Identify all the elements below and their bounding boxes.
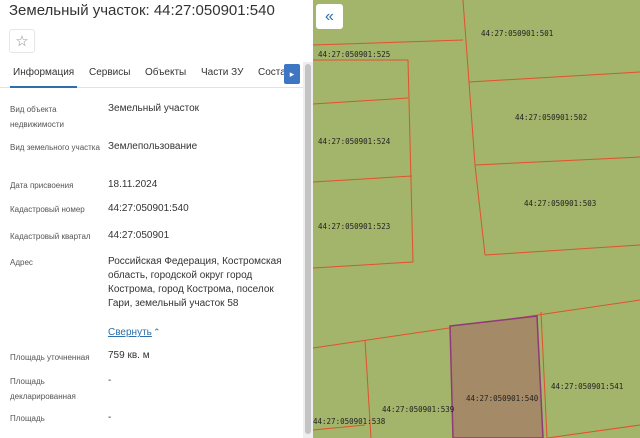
star-icon[interactable]: ☆ (9, 29, 35, 53)
cadastral-map[interactable]: 44:27:050901:525 44:27:050901:501 44:27:… (313, 0, 640, 438)
collapse-panel-button[interactable]: « (316, 4, 343, 29)
scrollbar-thumb[interactable] (305, 64, 311, 434)
cadastral-number-label: Кадастровый номер (10, 205, 85, 214)
tab-information[interactable]: Информация (9, 67, 78, 88)
parcel-label: 44:27:050901:503 (524, 199, 596, 208)
tab-parts[interactable]: Части ЗУ (201, 67, 243, 78)
object-type-value: Земельный участок (108, 103, 200, 114)
parcel-label: 44:27:050901:525 (318, 50, 390, 59)
collapse-link[interactable]: Свернуть (108, 327, 152, 338)
page-title: Земельный участок: 44:27:050901:540 (9, 2, 275, 19)
info-panel: Земельный участок: 44:27:050901:540 ☆ Ин… (0, 0, 313, 438)
area-specified-value: 759 кв. м (108, 350, 150, 361)
parcel-label: 44:27:050901:502 (515, 113, 587, 122)
parcel-label: 44:27:050901:538 (313, 417, 386, 426)
chevron-right-icon[interactable]: ▸ (284, 64, 300, 84)
tab-services[interactable]: Сервисы (89, 67, 130, 78)
cadastral-block-label: Кадастровый квартал (10, 232, 91, 241)
tab-objects[interactable]: Объекты (145, 67, 186, 78)
parcel-label: 44:27:050901:523 (318, 222, 390, 231)
area-value: - (108, 412, 112, 423)
area-specified-label: Площадь уточненная (10, 353, 90, 362)
parcel-label: 44:27:050901:539 (382, 405, 454, 414)
double-chevron-left-icon: « (325, 7, 334, 25)
tab-bar: Информация Сервисы Объекты Части ЗУ Сост… (0, 61, 303, 88)
chevron-up-icon[interactable]: ⌃ (153, 327, 161, 338)
parcel-label: 44:27:050901:524 (318, 137, 391, 146)
parcel-label: 44:27:050901:501 (481, 29, 553, 38)
land-type-label: Вид земельного участка (10, 143, 100, 152)
parcel-label: 44:27:050901:540 (466, 394, 539, 403)
map-canvas: 44:27:050901:525 44:27:050901:501 44:27:… (313, 0, 640, 438)
scrollbar[interactable] (303, 62, 313, 438)
object-type-label: Вид объекта недвижимости (10, 105, 64, 129)
address-value: Российская Федерация, Костромская област… (108, 256, 282, 309)
land-type-value: Землепользование (108, 141, 198, 152)
parcel-label: 44:27:050901:541 (551, 382, 623, 391)
assigned-date-label: Дата присвоения (10, 181, 74, 190)
cadastral-number-value: 44:27:050901:540 (108, 203, 189, 214)
address-label: Адрес (10, 258, 33, 267)
area-label: Площадь (10, 414, 45, 423)
area-declared-value: - (108, 375, 112, 386)
selected-parcel (449, 315, 544, 438)
area-declared-label: Площадь декларированная (10, 377, 76, 401)
cadastral-block-value: 44:27:050901 (108, 230, 170, 241)
assigned-date-value: 18.11.2024 (108, 179, 158, 190)
